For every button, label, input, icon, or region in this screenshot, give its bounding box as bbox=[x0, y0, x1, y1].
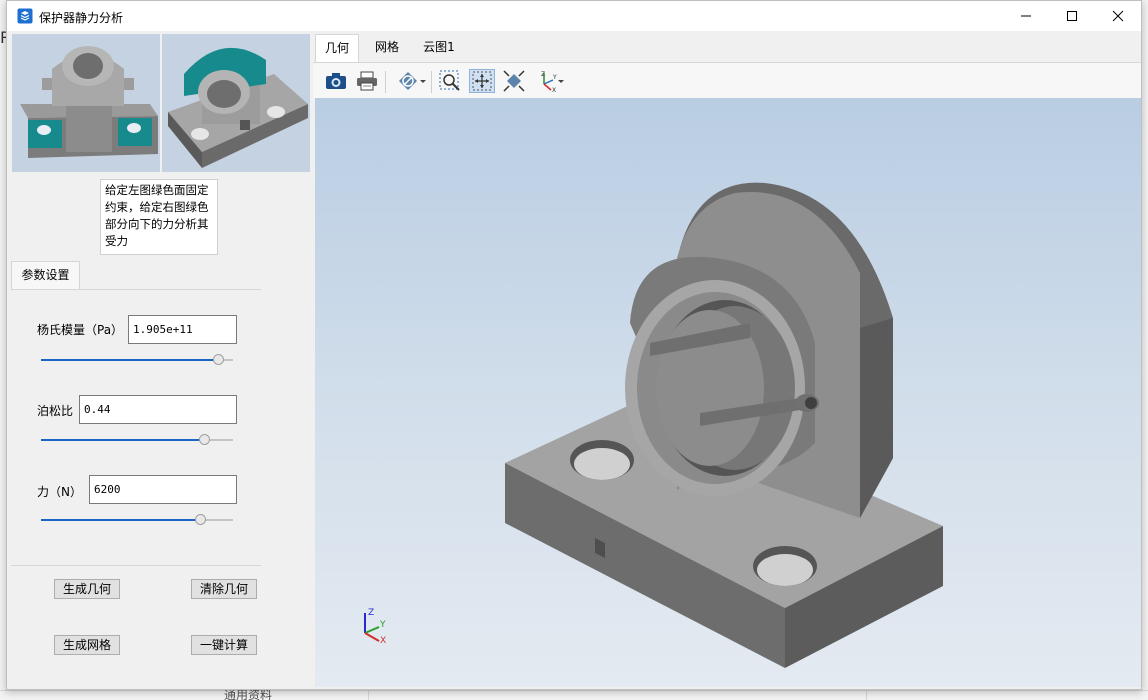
divider bbox=[11, 565, 261, 566]
zoom-box-icon bbox=[439, 70, 460, 91]
title-bar[interactable]: 保护器静力分析 bbox=[7, 1, 1141, 31]
axis-z-label: Z bbox=[368, 608, 374, 618]
axis-x-label: X bbox=[380, 636, 386, 645]
poisson-ratio-slider[interactable] bbox=[41, 434, 233, 446]
generate-mesh-button[interactable]: 生成网格 bbox=[54, 635, 120, 655]
axis-y-label: Y bbox=[379, 620, 386, 630]
axis-view-icon: Z Y X bbox=[541, 71, 564, 92]
maximize-icon bbox=[1067, 11, 1077, 21]
slider-handle[interactable] bbox=[199, 434, 211, 445]
poisson-ratio-label: 泊松比 bbox=[37, 404, 74, 418]
tab-geometry[interactable]: 几何 bbox=[315, 34, 359, 62]
axis-view-dropdown[interactable]: Z Y X bbox=[535, 69, 567, 93]
tab-mesh[interactable]: 网格 bbox=[365, 34, 409, 62]
viewer-toolbar: Z Y X bbox=[313, 62, 1141, 98]
generate-geometry-button[interactable]: 生成几何 bbox=[54, 579, 120, 599]
youngs-modulus-input[interactable]: 1.905e+11 bbox=[128, 315, 237, 344]
main-window: 保护器静力分析 给定左图绿色面固定约束，给定右图绿色部分向下的力分析其受力 参数… bbox=[6, 0, 1142, 690]
view-tabs: 几何 网格 云图1 bbox=[313, 34, 1141, 62]
clear-geometry-button[interactable]: 清除几何 bbox=[191, 579, 257, 599]
printer-icon bbox=[357, 71, 377, 91]
toolbar-separator bbox=[431, 71, 432, 93]
zoom-extents-icon bbox=[503, 70, 525, 92]
force-input[interactable]: 6200 bbox=[89, 475, 237, 504]
3d-viewport[interactable]: Z Y X bbox=[315, 98, 1141, 687]
display-mode-dropdown[interactable] bbox=[397, 69, 429, 93]
fit-all-icon bbox=[472, 71, 492, 91]
background-separator bbox=[368, 690, 369, 700]
zoom-extents-button[interactable] bbox=[501, 69, 527, 93]
one-click-compute-button[interactable]: 一键计算 bbox=[191, 635, 257, 655]
toolbar-separator bbox=[385, 71, 386, 93]
force-label: 力（N） bbox=[37, 485, 82, 499]
window-title: 保护器静力分析 bbox=[39, 11, 124, 25]
background-separator bbox=[866, 690, 867, 700]
instruction-text: 给定左图绿色面固定约束，给定右图绿色部分向下的力分析其受力 bbox=[100, 179, 218, 255]
force-area-preview-image bbox=[162, 34, 310, 172]
display-mode-icon bbox=[399, 72, 426, 90]
axis-triad: Z Y X bbox=[355, 603, 395, 648]
left-panel: 给定左图绿色面固定约束，给定右图绿色部分向下的力分析其受力 参数设置 杨氏模量（… bbox=[7, 31, 313, 689]
screenshot-button[interactable] bbox=[323, 69, 349, 93]
print-button[interactable] bbox=[354, 69, 380, 93]
svg-text:X: X bbox=[552, 87, 556, 92]
fit-all-button[interactable] bbox=[469, 69, 495, 93]
bearing-support-model bbox=[505, 182, 943, 668]
slider-handle[interactable] bbox=[212, 354, 224, 365]
app-icon bbox=[17, 8, 33, 24]
maximize-button[interactable] bbox=[1049, 1, 1095, 31]
svg-text:Y: Y bbox=[552, 74, 557, 81]
minimize-button[interactable] bbox=[1003, 1, 1049, 31]
tab-contour-1[interactable]: 云图1 bbox=[413, 34, 465, 62]
force-slider[interactable] bbox=[41, 514, 233, 526]
slider-handle[interactable] bbox=[195, 514, 207, 525]
minimize-icon bbox=[1021, 15, 1031, 17]
svg-text:Z: Z bbox=[541, 71, 545, 78]
background-divider bbox=[0, 690, 1148, 691]
camera-icon bbox=[326, 73, 346, 89]
zoom-box-button[interactable] bbox=[437, 69, 463, 93]
youngs-modulus-label: 杨氏模量（Pa） bbox=[37, 323, 124, 337]
poisson-ratio-input[interactable]: 0.44 bbox=[79, 395, 237, 424]
close-icon bbox=[1112, 10, 1124, 22]
youngs-modulus-slider[interactable] bbox=[41, 354, 233, 366]
tab-parameter-settings[interactable]: 参数设置 bbox=[11, 261, 80, 289]
close-button[interactable] bbox=[1095, 1, 1141, 31]
fixed-face-preview-image bbox=[12, 34, 160, 172]
